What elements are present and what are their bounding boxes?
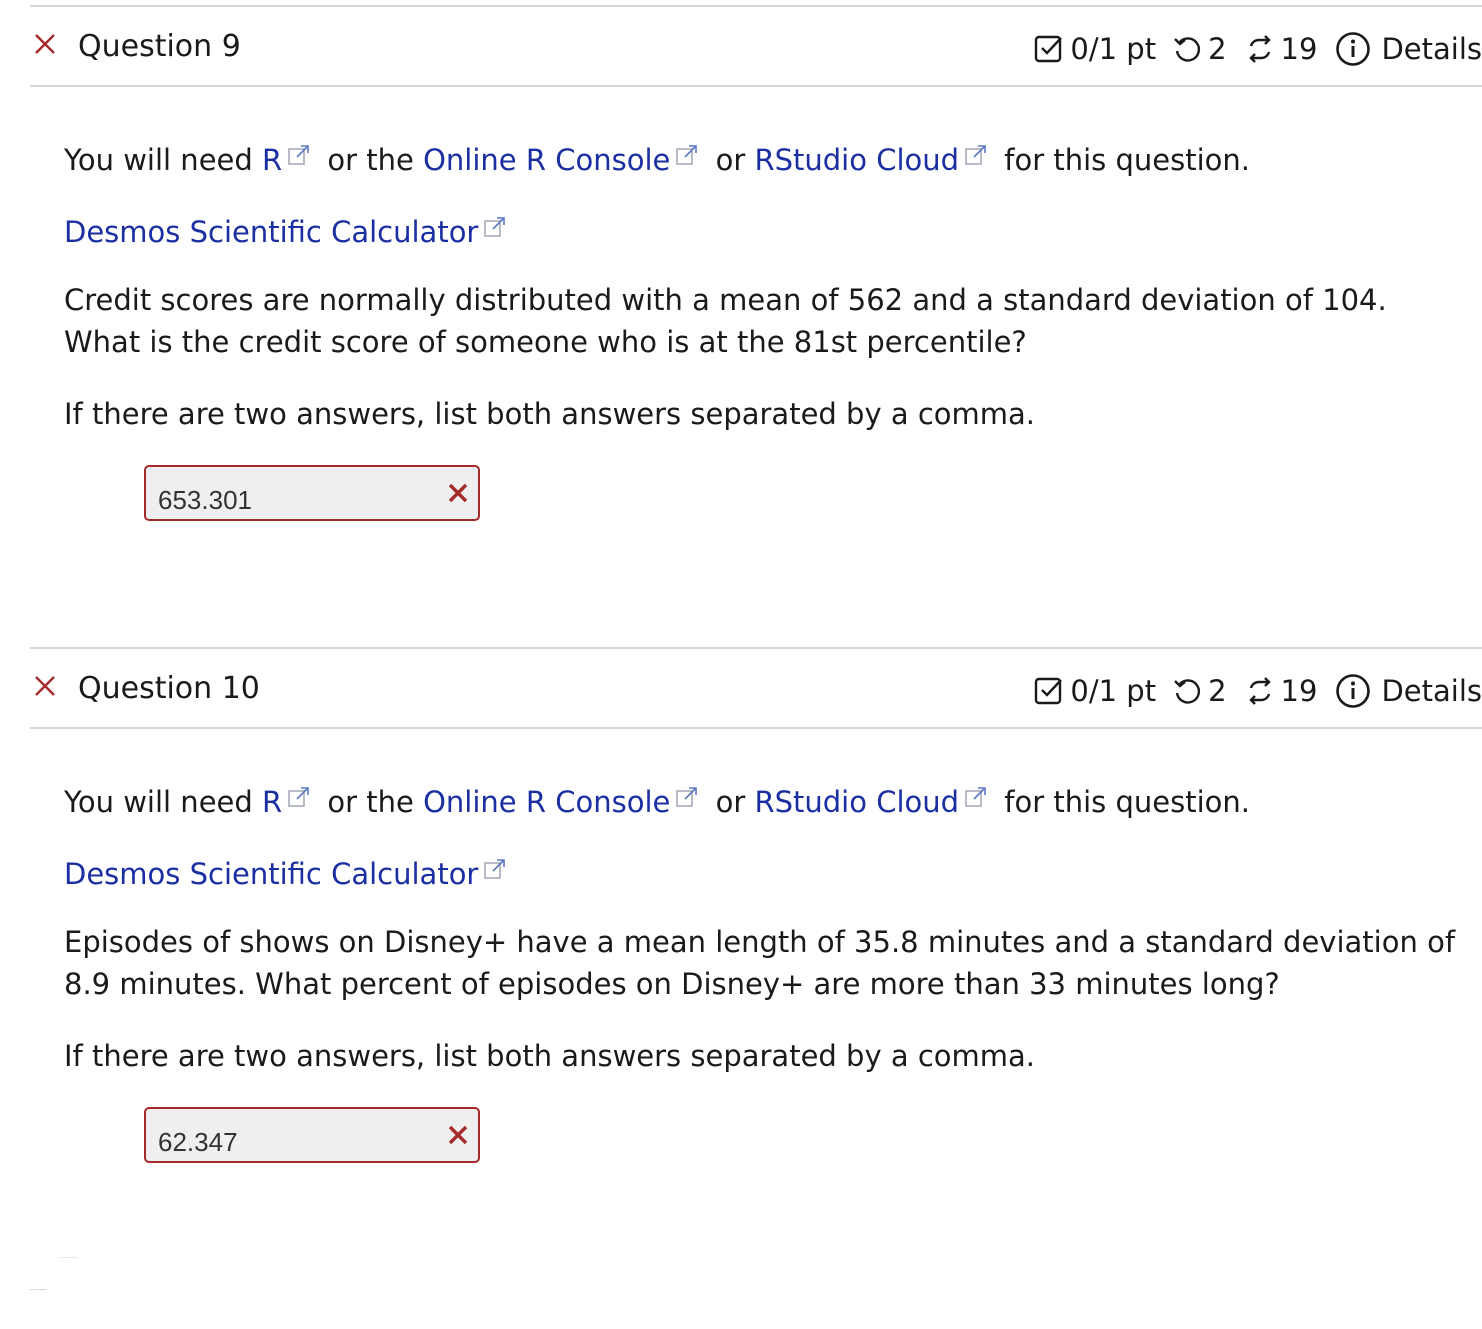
rstudio-cloud-link[interactable]: RStudio Cloud [754, 143, 959, 177]
external-link-icon [288, 777, 310, 819]
question-prompt: Credit scores are normally distributed w… [64, 283, 1387, 359]
score-text: 0/1 pt [1070, 32, 1157, 66]
incorrect-mark-icon [448, 1125, 468, 1145]
question-10-card: Question 10 0/1 pt 2 19 Details You will… [30, 647, 1482, 1163]
score-group: 0/1 pt [1034, 674, 1172, 708]
regenerate-icon [1248, 677, 1271, 705]
question-meta: 0/1 pt 2 19 Details [1034, 27, 1482, 71]
score-text: 0/1 pt [1070, 674, 1157, 708]
external-link-icon [676, 777, 698, 819]
retry-icon [1174, 37, 1201, 62]
question-meta: 0/1 pt 2 19 Details [1034, 669, 1482, 713]
resources-line: You will need R or the Online R Console … [64, 135, 1250, 181]
retry-icon [1174, 679, 1201, 704]
incorrect-x-icon [35, 34, 55, 54]
incorrect-x-icon [35, 676, 55, 696]
calculator-line: Desmos Scientific Calculator [64, 207, 514, 253]
r-link[interactable]: R [262, 785, 282, 819]
answer-value: 653.301 [158, 485, 252, 515]
resources-or: or [715, 785, 746, 819]
question-header: Question 9 0/1 pt 2 19 Details [30, 7, 1482, 85]
partial-divider [30, 1289, 46, 1290]
r-link[interactable]: R [262, 143, 282, 177]
online-r-console-link[interactable]: Online R Console [423, 143, 670, 177]
resources-line: You will need R or the Online R Console … [64, 777, 1250, 823]
info-icon [1336, 32, 1371, 66]
details-button[interactable]: Details [1335, 31, 1482, 67]
resources-or: or [715, 143, 746, 177]
regenerations-count: 19 [1280, 32, 1318, 66]
external-link-icon [965, 135, 987, 177]
resources-prefix: You will need [64, 785, 253, 819]
calculator-line: Desmos Scientific Calculator [64, 849, 514, 895]
score-group: 0/1 pt [1034, 32, 1172, 66]
divider-header [30, 727, 1482, 729]
answer-hint: If there are two answers, list both answ… [64, 1039, 1035, 1073]
external-link-icon [484, 849, 506, 891]
answer-value: 62.347 [158, 1127, 238, 1157]
details-label: Details [1381, 674, 1482, 708]
resources-prefix: You will need [64, 143, 253, 177]
rstudio-cloud-link[interactable]: RStudio Cloud [754, 785, 959, 819]
tries-group: 2 [1172, 674, 1244, 708]
resources-or-the: or the [327, 143, 414, 177]
external-link-icon [676, 135, 698, 177]
checkbox-score-icon [1035, 35, 1063, 63]
external-link-icon [484, 207, 506, 249]
tries-count: 2 [1208, 674, 1227, 708]
resources-suffix: for this question. [1004, 143, 1251, 177]
question-title: Question 9 [78, 29, 241, 64]
details-button[interactable]: Details [1335, 673, 1482, 709]
answer-input[interactable]: 653.301 [144, 465, 480, 521]
regenerate-icon [1248, 35, 1271, 63]
regenerations-group: 19 [1245, 674, 1336, 708]
external-link-icon [288, 135, 310, 177]
question-header: Question 10 0/1 pt 2 19 Details [30, 649, 1482, 727]
regenerations-count: 19 [1280, 674, 1318, 708]
resources-suffix: for this question. [1004, 785, 1251, 819]
answer-input[interactable]: 62.347 [144, 1107, 480, 1163]
online-r-console-link[interactable]: Online R Console [423, 785, 670, 819]
partial-divider [60, 1257, 78, 1258]
checkbox-score-icon [1035, 677, 1063, 705]
tries-count: 2 [1208, 32, 1227, 66]
question-9-card: Question 9 0/1 pt 2 19 Details You will … [30, 5, 1482, 521]
question-title: Question 10 [78, 671, 260, 706]
tries-group: 2 [1172, 32, 1244, 66]
details-label: Details [1381, 32, 1482, 66]
external-link-icon [965, 777, 987, 819]
question-prompt: Episodes of shows on Disney+ have a mean… [64, 925, 1456, 1001]
incorrect-mark-icon [448, 483, 468, 503]
answer-hint: If there are two answers, list both answ… [64, 397, 1035, 431]
resources-or-the: or the [327, 785, 414, 819]
desmos-calculator-link[interactable]: Desmos Scientific Calculator [64, 215, 478, 249]
info-icon [1336, 674, 1371, 708]
regenerations-group: 19 [1245, 32, 1336, 66]
divider-header [30, 85, 1482, 87]
desmos-calculator-link[interactable]: Desmos Scientific Calculator [64, 857, 478, 891]
